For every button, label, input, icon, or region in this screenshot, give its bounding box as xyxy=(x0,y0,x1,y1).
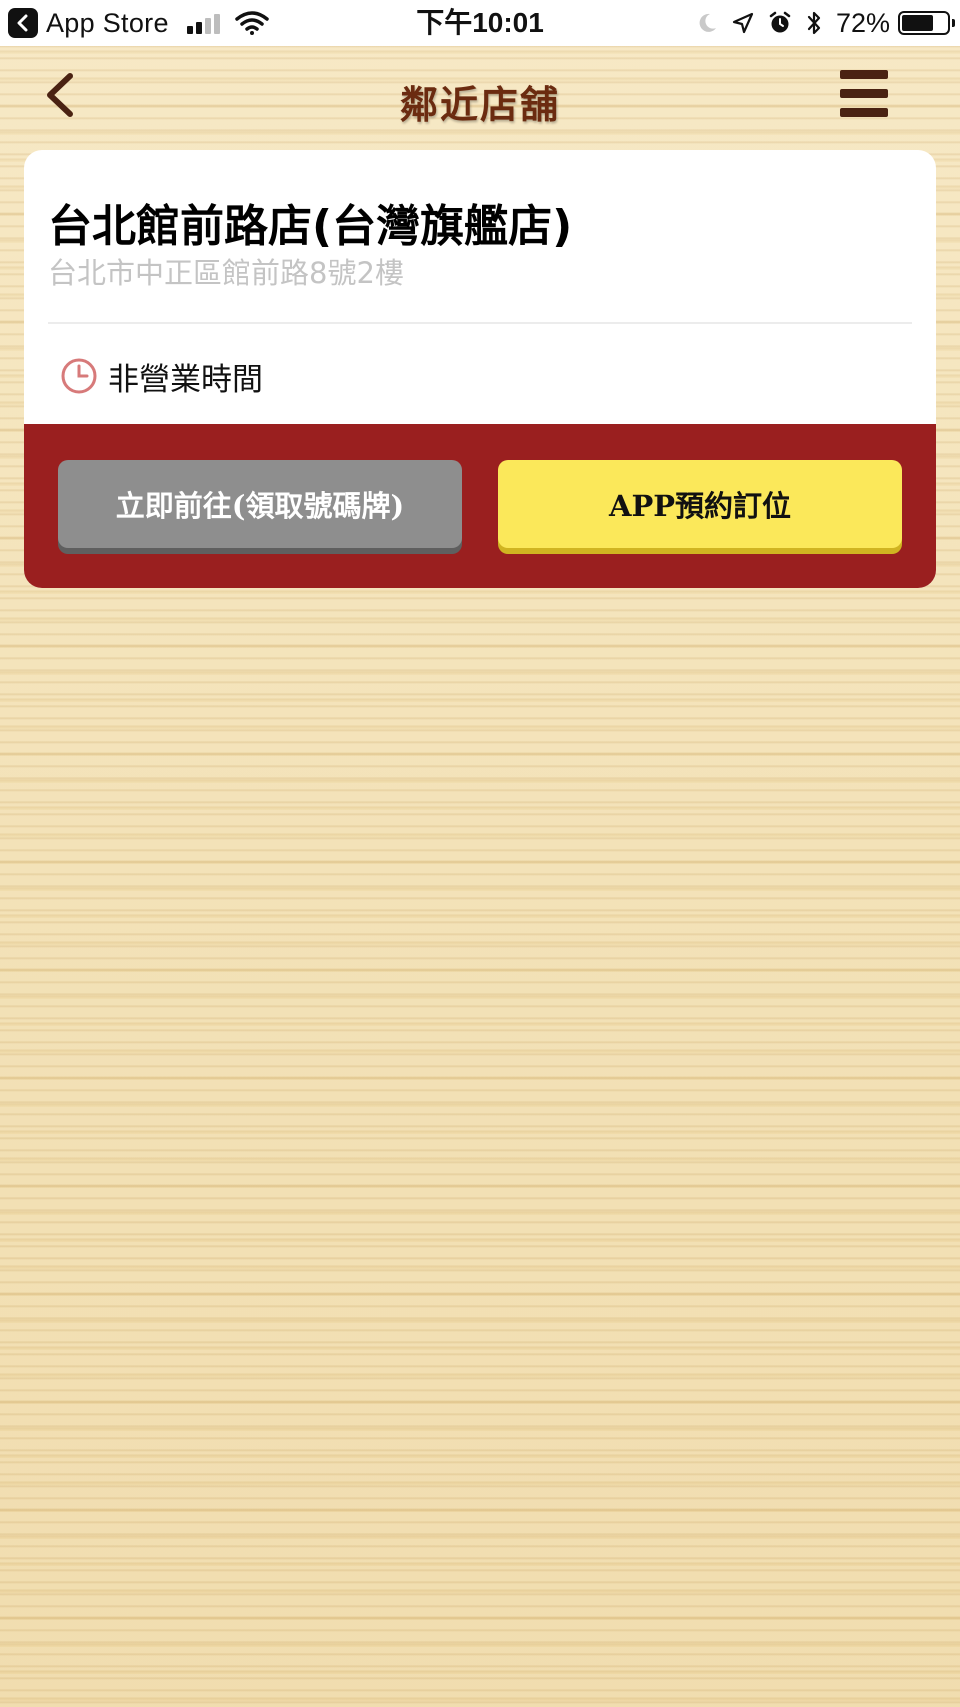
moon-icon xyxy=(696,12,718,34)
alarm-icon xyxy=(768,11,792,35)
card-divider xyxy=(48,322,912,324)
status-bar-right: 72% xyxy=(682,0,955,46)
battery-percent: 72% xyxy=(835,7,890,38)
page-title: 鄰近店舖 xyxy=(399,82,560,127)
bluetooth-icon xyxy=(806,10,822,36)
location-arrow-icon xyxy=(732,12,754,34)
nav-bar: 鄰近店舖 xyxy=(0,46,960,146)
app-booking-button[interactable]: APP預約訂位 xyxy=(498,460,902,548)
business-hours-row: 非營業時間 xyxy=(60,354,263,398)
store-name: 台北館前路店(台灣旗艦店) xyxy=(48,201,573,252)
clock-icon xyxy=(61,358,97,394)
store-card: 台北館前路店(台灣旗艦店) 台北市中正區館前路8號2樓 非營業時間 立即前往(領… xyxy=(24,150,936,588)
go-now-button[interactable]: 立即前往(領取號碼牌) xyxy=(58,460,462,548)
hours-status: 非營業時間 xyxy=(108,361,263,398)
battery-fill xyxy=(902,15,933,31)
status-bar: App Store 下午10:01 72% xyxy=(0,0,960,46)
menu-button[interactable] xyxy=(840,70,888,118)
battery-icon xyxy=(898,11,955,35)
store-address: 台北市中正區館前路8號2樓 xyxy=(48,256,404,290)
action-bar: 立即前往(領取號碼牌) APP預約訂位 xyxy=(24,424,936,588)
